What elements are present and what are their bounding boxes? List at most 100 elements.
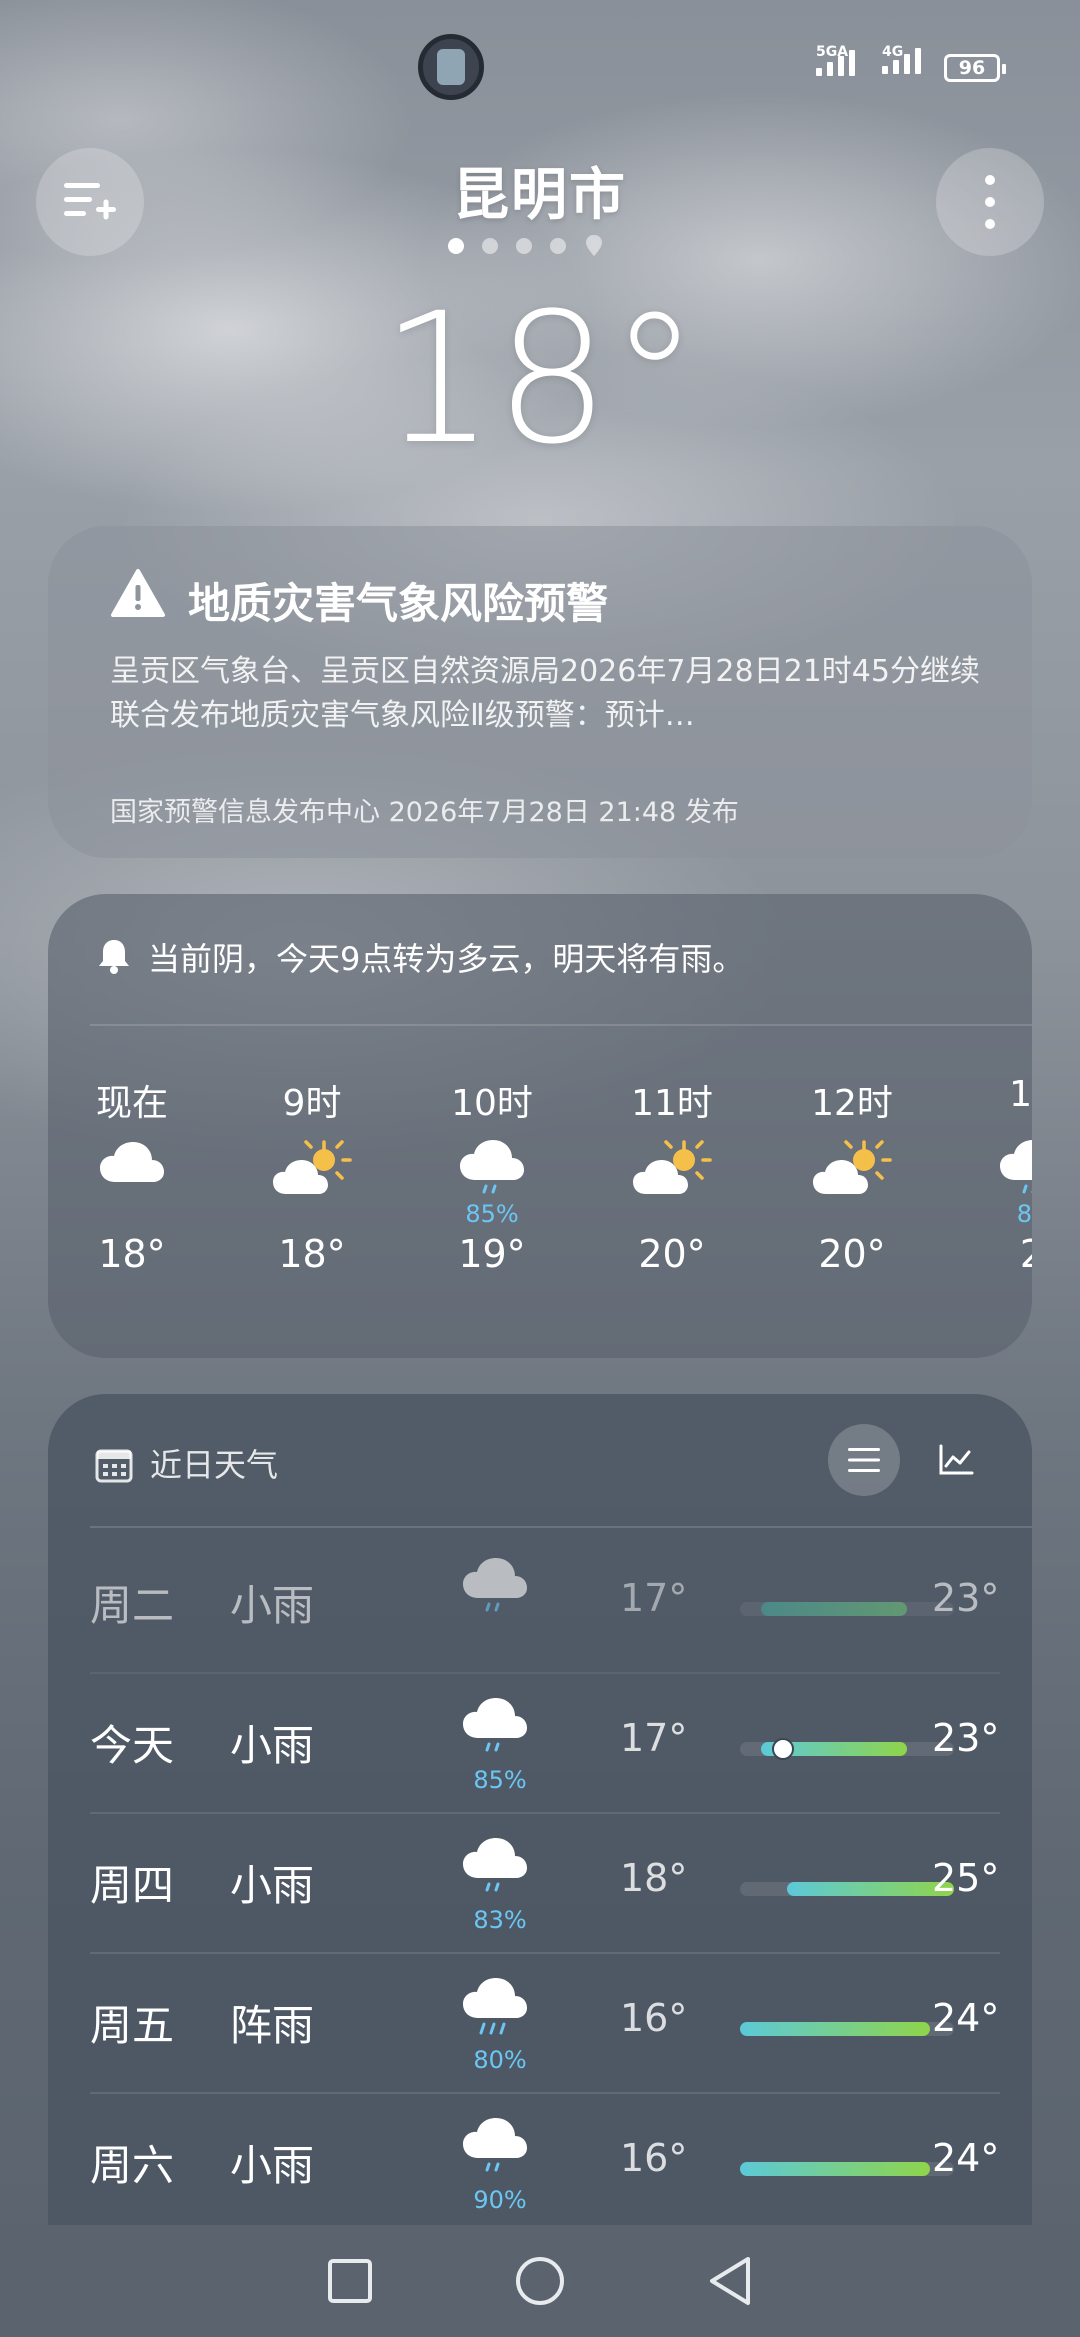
partly-sunny-icon — [772, 1138, 932, 1228]
alert-source: 国家预警信息发布中心 2026年7月28日 21:48 发布 — [110, 797, 739, 828]
bell-icon — [99, 940, 129, 974]
partly-sunny-icon — [592, 1138, 752, 1228]
status-bar: 5GA 4G 96 — [0, 0, 1080, 130]
divider — [90, 1024, 1032, 1026]
hourly-item[interactable]: 10时 85% 19° — [412, 1074, 572, 1276]
hour-time: 13 — [1009, 1074, 1032, 1115]
day-high-temp: 23° — [932, 1716, 1000, 1760]
cloud-icon — [52, 1138, 212, 1228]
alert-body: 呈贡区气象台、呈贡区自然资源局2026年7月28日21时45分继续联合发布地质灾… — [110, 654, 980, 733]
partly-sunny-icon — [232, 1138, 392, 1228]
day-condition: 小雨 — [230, 1861, 315, 1910]
daily-row[interactable]: 今天 小雨 85% 17° 23° — [90, 1674, 1000, 1814]
day-name: 今天 — [90, 1721, 175, 1770]
alert-title: 地质灾害气象风险预警 — [188, 579, 609, 628]
hourly-item[interactable]: 11时 20° — [592, 1074, 752, 1276]
system-navigation-bar — [0, 2225, 1080, 2337]
hour-temperature: 20° — [818, 1232, 886, 1276]
signal-label-5ga: 5GA — [816, 44, 849, 60]
page-dot-active — [448, 238, 464, 254]
day-name: 周六 — [90, 2141, 175, 2190]
hourly-item[interactable]: 13 80 2 — [952, 1074, 1032, 1276]
day-precip-chance: 85% — [473, 1766, 527, 1794]
temp-range-bar — [740, 2162, 954, 2176]
temp-range-fill — [740, 2022, 931, 2036]
hour-time: 11时 — [631, 1083, 713, 1124]
page-dot — [482, 238, 498, 254]
hour-precip-chance: 85% — [465, 1200, 519, 1228]
day-name: 周四 — [90, 1861, 175, 1910]
day-low-temp: 18° — [620, 1856, 688, 1900]
location-pin-icon — [586, 235, 602, 256]
temp-range-bar — [740, 2022, 954, 2036]
day-low-temp: 17° — [620, 1576, 688, 1620]
temp-range-bar — [740, 1738, 954, 1760]
hourly-item[interactable]: 现在 18° — [52, 1074, 212, 1276]
hour-temperature: 20° — [638, 1232, 706, 1276]
city-title[interactable]: 昆明市 — [0, 150, 1080, 231]
weather-alert-card[interactable]: 地质灾害气象风险预警 呈贡区气象台、呈贡区自然资源局2026年7月28日21时4… — [48, 526, 1032, 858]
list-view-toggle[interactable] — [828, 1424, 900, 1496]
day-high-temp: 25° — [932, 1856, 1000, 1900]
battery-indicator: 96 — [944, 54, 1006, 82]
hour-time: 现在 — [95, 1083, 168, 1124]
temp-range-bar — [740, 1882, 954, 1896]
current-temperature: 18° — [380, 275, 700, 484]
day-low-temp: 16° — [620, 1996, 688, 2040]
hourly-item[interactable]: 9时 18° — [232, 1074, 392, 1276]
day-name: 周二 — [90, 1581, 175, 1630]
signal-4g-icon: 4G — [882, 44, 921, 74]
line-chart-icon — [939, 1444, 974, 1475]
temp-range-fill — [761, 1602, 907, 1616]
city-page-indicator — [448, 234, 604, 258]
signal-5ga-icon: 5GA — [816, 44, 855, 76]
day-precip-chance: 90% — [473, 2186, 527, 2214]
hour-temperature: 2 — [952, 1232, 1032, 1276]
day-high-temp: 24° — [932, 1996, 1000, 2040]
hour-time: 12时 — [811, 1083, 893, 1124]
calendar-icon — [95, 1449, 133, 1483]
signal-label-4g: 4G — [882, 44, 904, 60]
daily-forecast-title: 近日天气 — [150, 1446, 279, 1484]
list-icon — [848, 1448, 880, 1472]
daily-row[interactable]: 周二 小雨 17° 23° — [90, 1534, 1000, 1674]
temp-range-bar — [740, 1602, 954, 1616]
daily-row[interactable]: 周五 阵雨 80% 16° 24° — [90, 1954, 1000, 2094]
daily-row[interactable]: 周四 小雨 83% 18° 25° — [90, 1814, 1000, 1954]
day-condition: 小雨 — [230, 1581, 315, 1630]
day-condition: 阵雨 — [230, 2001, 315, 2050]
battery-level: 96 — [958, 56, 986, 79]
recent-apps-icon[interactable] — [326, 2257, 374, 2305]
divider — [90, 1526, 1032, 1528]
hour-time: 10时 — [451, 1083, 533, 1124]
hourly-forecast-card[interactable]: 当前阴，今天9点转为多云，明天将有雨。 现在 18° 9时 18° 10时 85% 19° 1… — [48, 894, 1032, 1358]
hourly-item[interactable]: 12时 20° — [772, 1074, 932, 1276]
temp-range-fill — [740, 2162, 931, 2176]
day-low-temp: 17° — [620, 1716, 688, 1760]
day-condition: 小雨 — [230, 1721, 315, 1770]
rain-cloud-icon: 80 — [952, 1138, 1032, 1228]
daily-forecast-card: 近日天气 周二 小雨 17° 23° 今天 小雨 85% 17° 23° 周四 小雨 83% 18° 25… — [48, 1394, 1032, 2234]
page-dot — [550, 238, 566, 254]
day-condition: 小雨 — [230, 2141, 315, 2190]
day-high-temp: 24° — [932, 2136, 1000, 2180]
chart-view-toggle[interactable] — [920, 1424, 992, 1496]
rain-cloud-icon: 85% — [412, 1138, 572, 1228]
day-high-temp: 23° — [932, 1576, 1000, 1620]
hour-temperature: 18° — [98, 1232, 166, 1276]
day-low-temp: 16° — [620, 2136, 688, 2180]
temp-range-fill — [787, 1882, 954, 1896]
back-icon[interactable] — [706, 2255, 754, 2307]
daily-row[interactable]: 周六 小雨 90% 16° 24° — [90, 2094, 1000, 2234]
hour-temperature: 18° — [278, 1232, 346, 1276]
current-temp-marker — [771, 1738, 794, 1760]
app-notification-icon — [418, 34, 484, 100]
day-precip-chance: 83% — [473, 1906, 527, 1934]
hour-precip-chance: 80 — [1016, 1200, 1032, 1228]
day-name: 周五 — [90, 2001, 175, 2050]
warning-triangle-icon — [111, 569, 165, 617]
hour-temperature: 19° — [458, 1232, 526, 1276]
weather-summary: 当前阴，今天9点转为多云，明天将有雨。 — [148, 940, 745, 978]
hour-time: 9时 — [282, 1083, 342, 1124]
home-icon[interactable] — [514, 2255, 566, 2307]
